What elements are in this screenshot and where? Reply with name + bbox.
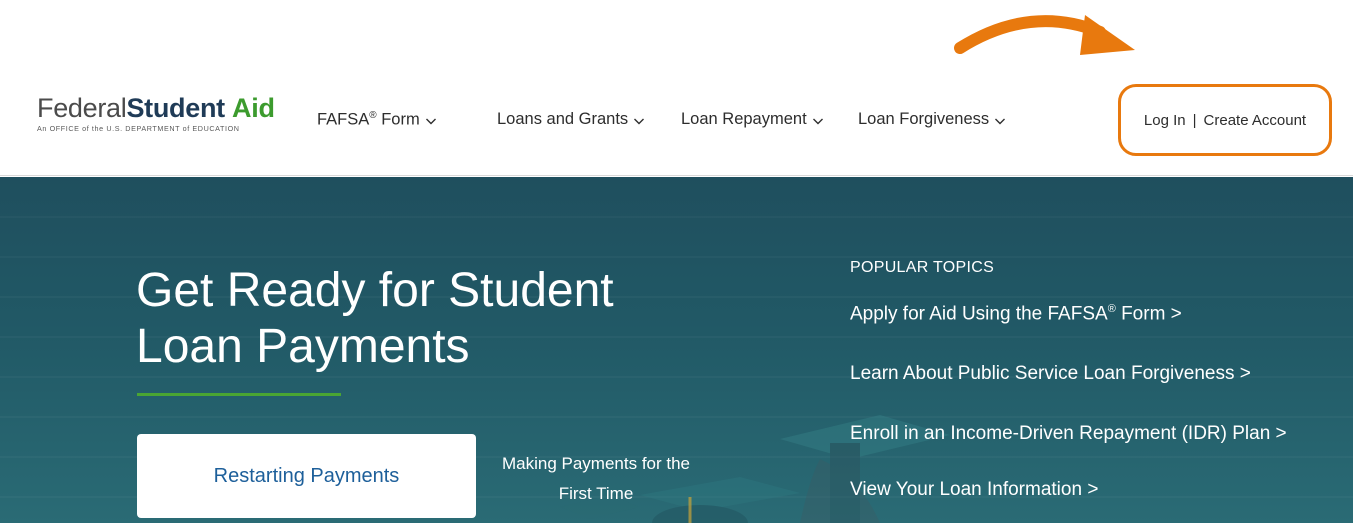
topic-link-apply-fafsa[interactable]: Apply for Aid Using the FAFSA® Form >: [850, 303, 1182, 325]
logo-tagline: An OFFICE of the U.S. DEPARTMENT of EDUC…: [37, 124, 240, 133]
logo-word-aid: Aid: [232, 93, 275, 123]
nav-item-loan-forgiveness[interactable]: Loan Forgiveness: [858, 110, 1006, 129]
site-logo[interactable]: FederalStudent Aid An OFFICE of the U.S.…: [37, 94, 275, 133]
annotation-arrow-icon: [954, 15, 1135, 55]
logo-word-student: Student: [126, 93, 225, 123]
logo-wordmark: FederalStudent Aid: [37, 94, 275, 122]
create-account-link[interactable]: Create Account: [1204, 112, 1307, 129]
nav-item-label: Loan Forgiveness: [858, 110, 990, 128]
login-link[interactable]: Log In: [1144, 112, 1186, 129]
account-separator: |: [1192, 111, 1197, 129]
topic-link-loan-info[interactable]: View Your Loan Information >: [850, 479, 1098, 501]
nav-item-loans-and-grants[interactable]: Loans and Grants: [497, 110, 645, 129]
chevron-down-icon: [425, 118, 436, 125]
topic-link-pslf[interactable]: Learn About Public Service Loan Forgiven…: [850, 363, 1251, 385]
site-header: FederalStudent Aid An OFFICE of the U.S.…: [0, 0, 1353, 176]
account-links-highlight: Log In | Create Account: [1118, 84, 1332, 156]
nav-item-label: Loan Repayment: [681, 110, 807, 128]
popular-topics-heading: POPULAR TOPICS: [850, 259, 995, 276]
chevron-down-icon: [812, 118, 823, 124]
chevron-down-icon: [634, 118, 645, 124]
nav-item-loan-repayment[interactable]: Loan Repayment: [681, 110, 824, 129]
restarting-payments-button[interactable]: Restarting Payments: [137, 434, 476, 518]
title-underline: [137, 393, 341, 396]
topic-link-idr-plan[interactable]: Enroll in an Income-Driven Repayment (ID…: [850, 423, 1287, 445]
hero-title: Get Ready for Student Loan Payments: [136, 264, 614, 373]
logo-word-federal: Federal: [37, 93, 127, 123]
hero-banner: Get Ready for Student Loan Payments Rest…: [0, 177, 1353, 523]
chevron-down-icon: [995, 118, 1006, 124]
nav-item-label: Loans and Grants: [497, 110, 629, 128]
nav-item-fafsa-form[interactable]: FAFSA® Form: [317, 110, 437, 130]
nav-item-label: FAFSA® Form: [317, 110, 420, 129]
first-time-payments-link[interactable]: Making Payments for the First Time: [484, 449, 708, 509]
